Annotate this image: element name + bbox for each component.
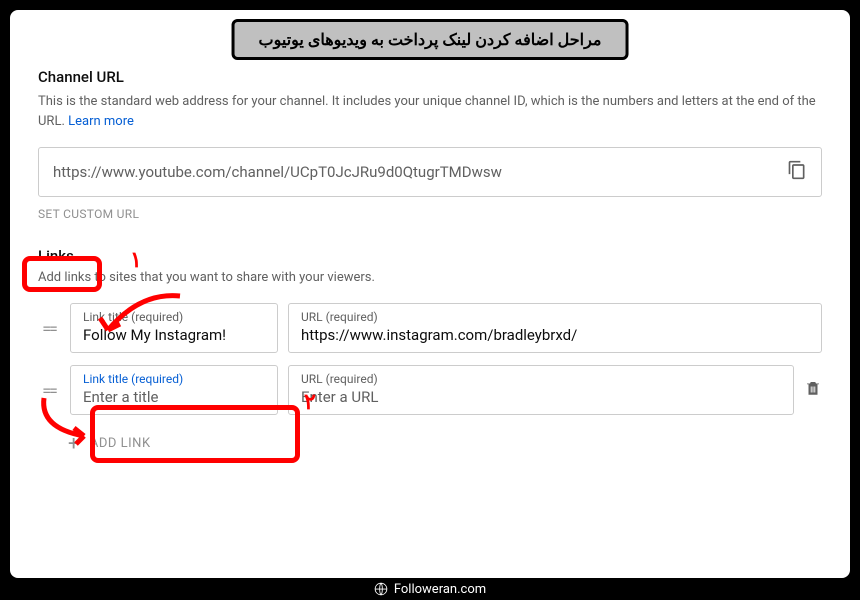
- delete-icon[interactable]: [804, 378, 822, 402]
- link-title-label: Link title (required): [83, 372, 265, 386]
- link-url-value: https://www.instagram.com/bradleybrxd/: [301, 326, 809, 344]
- link-title-label: Link title (required): [83, 310, 265, 324]
- copy-icon[interactable]: [787, 160, 807, 184]
- link-title-input[interactable]: Link title (required) Follow My Instagra…: [70, 303, 278, 353]
- link-title-value: Follow My Instagram!: [83, 326, 265, 344]
- add-link-label: ADD LINK: [90, 436, 151, 451]
- set-custom-url-button[interactable]: SET CUSTOM URL: [38, 207, 822, 221]
- learn-more-link[interactable]: Learn more: [68, 114, 134, 129]
- globe-icon: [374, 582, 388, 596]
- link-url-input[interactable]: URL (required) Enter a URL: [288, 365, 794, 415]
- link-url-input[interactable]: URL (required) https://www.instagram.com…: [288, 303, 822, 353]
- link-row: == Link title (required) Enter a title U…: [38, 365, 822, 415]
- channel-url-value: https://www.youtube.com/channel/UCpT0JcJ…: [53, 163, 502, 181]
- link-url-placeholder: Enter a URL: [301, 388, 781, 406]
- channel-url-field[interactable]: https://www.youtube.com/channel/UCpT0JcJ…: [38, 147, 822, 197]
- instruction-banner: مراحل اضافه کردن لینک پرداخت به ویدیوهای…: [232, 19, 629, 60]
- link-title-placeholder: Enter a title: [83, 388, 265, 406]
- link-row: == Link title (required) Follow My Insta…: [38, 303, 822, 353]
- channel-url-desc: This is the standard web address for you…: [38, 92, 822, 131]
- footer-watermark: Followeran.com: [0, 578, 860, 600]
- annotation-number: ۱: [130, 248, 142, 273]
- drag-handle-icon[interactable]: ==: [38, 319, 60, 338]
- channel-url-desc-text: This is the standard web address for you…: [38, 94, 816, 129]
- footer-text: Followeran.com: [394, 582, 486, 597]
- plus-icon: +: [68, 433, 80, 453]
- links-desc: Add links to sites that you want to shar…: [38, 270, 822, 285]
- link-title-input[interactable]: Link title (required) Enter a title: [70, 365, 278, 415]
- channel-url-heading: Channel URL: [38, 68, 822, 86]
- drag-handle-icon[interactable]: ==: [38, 381, 60, 400]
- annotation-number: ۲: [304, 390, 316, 415]
- link-url-label: URL (required): [301, 310, 809, 324]
- add-link-button[interactable]: + ADD LINK: [68, 433, 151, 453]
- links-heading: Links: [38, 247, 74, 265]
- link-url-label: URL (required): [301, 372, 781, 386]
